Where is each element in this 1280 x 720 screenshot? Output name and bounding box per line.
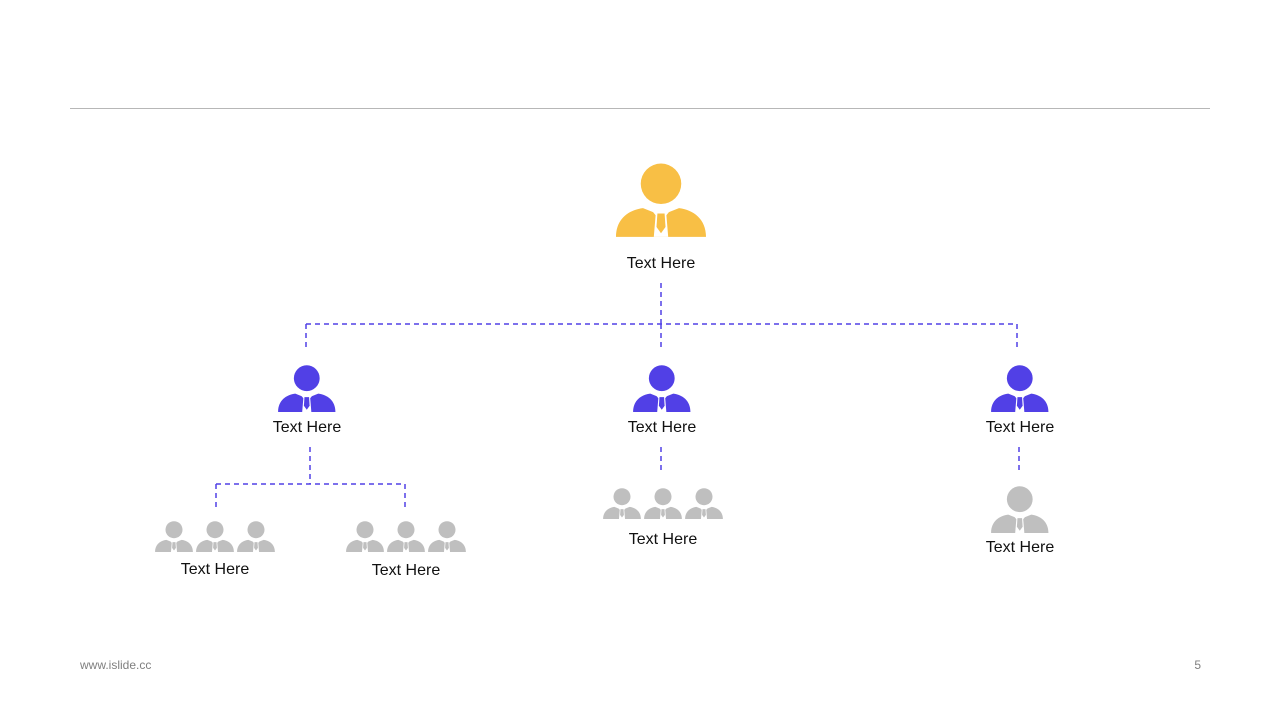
node-root: Text Here <box>616 163 706 273</box>
person-icon <box>196 521 234 552</box>
person-icon <box>644 488 682 519</box>
node-t1: Text Here <box>155 521 275 579</box>
person-icon <box>603 488 641 519</box>
node-t3-label: Text Here <box>628 531 698 548</box>
node-m3: Text Here <box>986 365 1054 437</box>
person-icon <box>237 521 275 552</box>
person-icon <box>616 163 706 237</box>
node-m1-icons <box>278 365 336 412</box>
node-t4: Text Here <box>986 486 1054 557</box>
person-icon <box>278 365 336 412</box>
person-icon <box>387 521 425 552</box>
person-icon <box>428 521 466 552</box>
node-t3: Text Here <box>603 488 723 549</box>
node-m1-label: Text Here <box>272 419 342 436</box>
node-m1: Text Here <box>273 365 341 437</box>
person-icon <box>991 486 1049 533</box>
node-t1-label: Text Here <box>180 561 250 578</box>
person-icon <box>633 365 691 412</box>
node-m3-label: Text Here <box>985 419 1055 436</box>
node-root-label: Text Here <box>626 255 696 272</box>
node-t4-label: Text Here <box>985 539 1055 556</box>
node-m2: Text Here <box>628 365 696 437</box>
node-t1-icons <box>155 521 275 552</box>
node-m2-label: Text Here <box>627 419 697 436</box>
person-icon <box>155 521 193 552</box>
person-icon <box>685 488 723 519</box>
slide: Text Here Text Here Text Here Text Here <box>0 0 1280 720</box>
node-t3-icons <box>603 488 723 519</box>
node-t2: Text Here <box>346 521 466 580</box>
page-number: 5 <box>1194 658 1201 672</box>
person-icon <box>346 521 384 552</box>
node-m3-icons <box>991 365 1049 412</box>
person-icon <box>991 365 1049 412</box>
node-root-icons <box>616 163 706 237</box>
node-t2-label: Text Here <box>371 562 441 579</box>
node-t4-icons <box>991 486 1049 533</box>
footer-url[interactable]: www.islide.cc <box>80 658 151 672</box>
node-m2-icons <box>633 365 691 412</box>
connector-lines <box>215 283 1020 508</box>
node-t2-icons <box>346 521 466 552</box>
